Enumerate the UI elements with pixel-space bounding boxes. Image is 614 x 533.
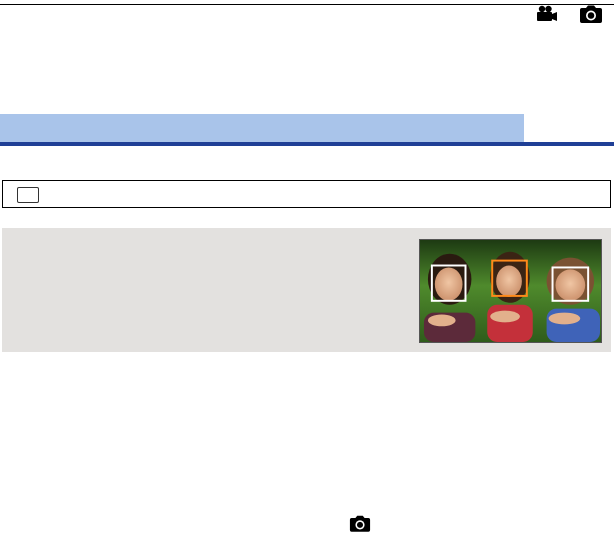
video-camera-icon <box>537 5 557 21</box>
menu-path-box <box>2 180 611 208</box>
top-rule <box>0 4 614 5</box>
info-box <box>2 228 611 352</box>
menu-button-icon <box>17 187 39 203</box>
manual-page <box>0 0 614 533</box>
still-camera-icon <box>580 5 602 23</box>
section-underline <box>0 142 614 146</box>
still-camera-icon <box>349 515 371 532</box>
face-recognition-photo <box>419 239 602 343</box>
section-header <box>0 114 614 142</box>
mode-icon-area <box>524 114 614 142</box>
